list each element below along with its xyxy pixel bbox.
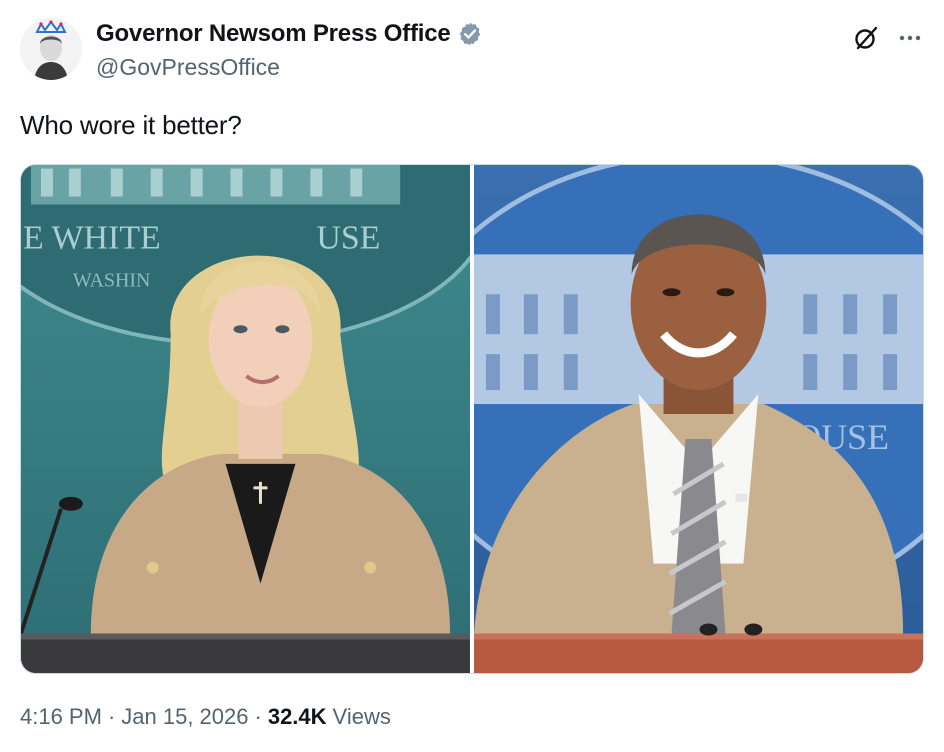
author-handle[interactable]: @GovPressOffice bbox=[96, 54, 280, 81]
photo-woman-tan-suit-icon: E WHITE USE WASHIN bbox=[21, 165, 470, 673]
avatar[interactable] bbox=[20, 18, 82, 80]
grok-icon[interactable] bbox=[852, 24, 880, 52]
author-display-name[interactable]: Governor Newsom Press Office bbox=[96, 20, 451, 48]
photo-right[interactable]: OUSE bbox=[474, 165, 923, 673]
media-grid: E WHITE USE WASHIN OUSE bbox=[20, 164, 924, 674]
tweet-time[interactable]: 4:16 PM bbox=[20, 704, 102, 730]
views-count: 32.4K bbox=[267, 704, 327, 729]
seal-text-top-right: USE bbox=[316, 219, 380, 256]
author-name-row: Governor Newsom Press Office bbox=[96, 20, 483, 48]
meta-separator: · bbox=[254, 704, 262, 729]
photo-man-tan-suit-icon: OUSE bbox=[474, 165, 923, 673]
seal-text-bottom: WASHIN bbox=[73, 269, 151, 291]
tweet-date[interactable]: Jan 15, 2026 bbox=[121, 704, 248, 730]
more-icon[interactable] bbox=[896, 26, 924, 50]
avatar-portrait-icon bbox=[20, 18, 82, 80]
tweet: Governor Newsom Press Office @GovPressOf… bbox=[0, 0, 944, 752]
tweet-meta: 4:16 PM · Jan 15, 2026 · 32.4K Views bbox=[20, 704, 391, 730]
views-label: Views bbox=[332, 704, 391, 729]
meta-separator: · bbox=[107, 704, 116, 729]
photo-left[interactable]: E WHITE USE WASHIN bbox=[21, 165, 470, 673]
verified-badge-icon[interactable] bbox=[457, 21, 483, 47]
tweet-text: Who wore it better? bbox=[20, 110, 242, 140]
seal-text-top: E WHITE bbox=[23, 219, 161, 256]
